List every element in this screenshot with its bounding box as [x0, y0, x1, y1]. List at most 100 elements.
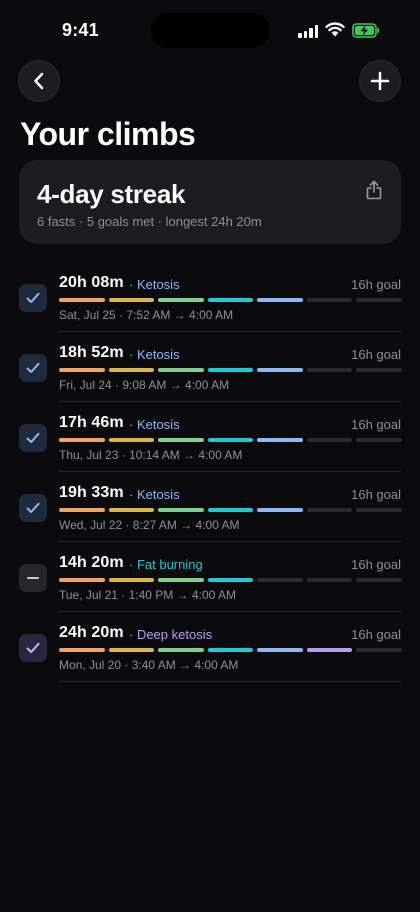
row-divider	[59, 471, 401, 472]
phase-progress-bar	[59, 438, 402, 442]
goal-met-checkbox[interactable]	[19, 354, 47, 382]
fast-time-range: Sat, Jul 25 · 7:52 AM → 4:00 AM	[59, 308, 234, 322]
phase-segment	[108, 508, 154, 512]
phase-segment	[356, 298, 402, 302]
phase-progress-bar	[59, 648, 402, 652]
status-bar: 9:41	[0, 0, 420, 60]
phase-segment	[108, 648, 154, 652]
row-divider	[59, 541, 401, 542]
phase-segment	[356, 578, 402, 582]
phase-segment	[356, 368, 402, 372]
phase-segment	[207, 508, 253, 512]
phase-segment	[207, 578, 253, 582]
fast-goal: 16h goal	[351, 277, 401, 292]
minus-icon	[27, 577, 39, 579]
fast-time-range: Mon, Jul 20 · 3:40 AM → 4:00 AM	[59, 658, 239, 672]
phase-segment	[158, 438, 204, 442]
fast-duration: 19h 33m	[59, 484, 124, 501]
cellular-signal-icon	[298, 24, 320, 38]
streak-title: 4-day streak	[37, 179, 186, 209]
phase-segment	[158, 368, 204, 372]
phase-segment	[257, 368, 303, 372]
phase-segment	[257, 648, 303, 652]
phase-segment	[306, 298, 352, 302]
fast-goal: 16h goal	[351, 557, 401, 572]
fast-phase: · Fat burning	[129, 557, 203, 572]
fast-row[interactable]: 24h 20m · Deep ketosis 16h goal Mon, Jul 20…	[0, 620, 420, 690]
phase-segment	[306, 508, 352, 512]
battery-charging-icon	[352, 23, 380, 38]
row-divider	[59, 611, 401, 612]
phase-segment	[356, 508, 402, 512]
phase-segment	[207, 648, 253, 652]
fast-phase: · Ketosis	[129, 347, 180, 362]
fast-history-list: 20h 08m · Ketosis 16h goal Sat, Jul 25 · 7:…	[0, 270, 420, 690]
fast-time-range: Fri, Jul 24 · 9:08 AM → 4:00 AM	[59, 378, 230, 392]
phase-segment	[306, 578, 352, 582]
phase-segment	[59, 578, 105, 582]
checkmark-icon	[26, 362, 40, 373]
phase-progress-bar	[59, 508, 402, 512]
phase-segment	[207, 438, 253, 442]
phase-segment	[59, 508, 105, 512]
phase-segment	[158, 298, 204, 302]
fast-time-range: Wed, Jul 22 · 8:27 AM → 4:00 AM	[59, 518, 240, 532]
dynamic-island	[151, 13, 270, 48]
page-title: Your climbs	[20, 116, 196, 152]
goal-met-checkbox[interactable]	[19, 284, 47, 312]
share-icon[interactable]	[365, 180, 383, 200]
row-divider	[59, 681, 401, 682]
phase-segment	[306, 438, 352, 442]
goal-met-checkbox[interactable]	[19, 424, 47, 452]
phase-segment	[108, 298, 154, 302]
row-divider	[59, 401, 401, 402]
phase-segment	[257, 298, 303, 302]
plus-icon	[370, 71, 390, 91]
fast-duration: 18h 52m	[59, 344, 124, 361]
phase-segment	[59, 438, 105, 442]
fast-row[interactable]: 17h 46m · Ketosis 16h goal Thu, Jul 23 · 10…	[0, 410, 420, 480]
fast-time-range: Tue, Jul 21 · 1:40 PM → 4:00 AM	[59, 588, 236, 602]
goal-missed-checkbox[interactable]	[19, 564, 47, 592]
phase-segment	[108, 368, 154, 372]
fast-duration: 24h 20m	[59, 624, 124, 641]
fast-row[interactable]: 14h 20m · Fat burning 16h goal Tue, Jul 21 …	[0, 550, 420, 620]
phase-progress-bar	[59, 578, 402, 582]
back-button[interactable]	[18, 60, 60, 102]
phase-segment	[158, 508, 204, 512]
phase-segment	[356, 438, 402, 442]
goal-met-checkbox[interactable]	[19, 634, 47, 662]
streak-card: 4-day streak 6 fasts · 5 goals met · lon…	[19, 160, 401, 244]
phase-segment	[257, 508, 303, 512]
phase-segment	[158, 648, 204, 652]
fast-row[interactable]: 18h 52m · Ketosis 16h goal Fri, Jul 24 · 9:…	[0, 340, 420, 410]
phase-segment	[108, 438, 154, 442]
fast-phase: · Ketosis	[129, 277, 180, 292]
checkmark-icon	[26, 502, 40, 513]
row-divider	[59, 331, 401, 332]
phase-segment	[356, 648, 402, 652]
phase-segment	[306, 368, 352, 372]
add-fast-button[interactable]	[359, 60, 401, 102]
fast-row[interactable]: 20h 08m · Ketosis 16h goal Sat, Jul 25 · 7:…	[0, 270, 420, 340]
fast-goal: 16h goal	[351, 487, 401, 502]
phase-segment	[306, 648, 352, 652]
phase-segment	[59, 368, 105, 372]
phase-segment	[158, 578, 204, 582]
phase-segment	[257, 438, 303, 442]
fast-duration: 20h 08m	[59, 274, 124, 291]
fast-goal: 16h goal	[351, 347, 401, 362]
fast-row[interactable]: 19h 33m · Ketosis 16h goal Wed, Jul 22 · 8:…	[0, 480, 420, 550]
fast-goal: 16h goal	[351, 417, 401, 432]
phase-progress-bar	[59, 298, 402, 302]
checkmark-icon	[26, 432, 40, 443]
wifi-icon	[325, 22, 345, 37]
streak-summary: 6 fasts · 5 goals met · longest 24h 20m	[37, 214, 262, 229]
chevron-left-icon	[34, 72, 44, 90]
phase-segment	[207, 368, 253, 372]
phase-segment	[207, 298, 253, 302]
checkmark-icon	[26, 292, 40, 303]
goal-met-checkbox[interactable]	[19, 494, 47, 522]
fast-duration: 17h 46m	[59, 414, 124, 431]
phase-segment	[59, 648, 105, 652]
